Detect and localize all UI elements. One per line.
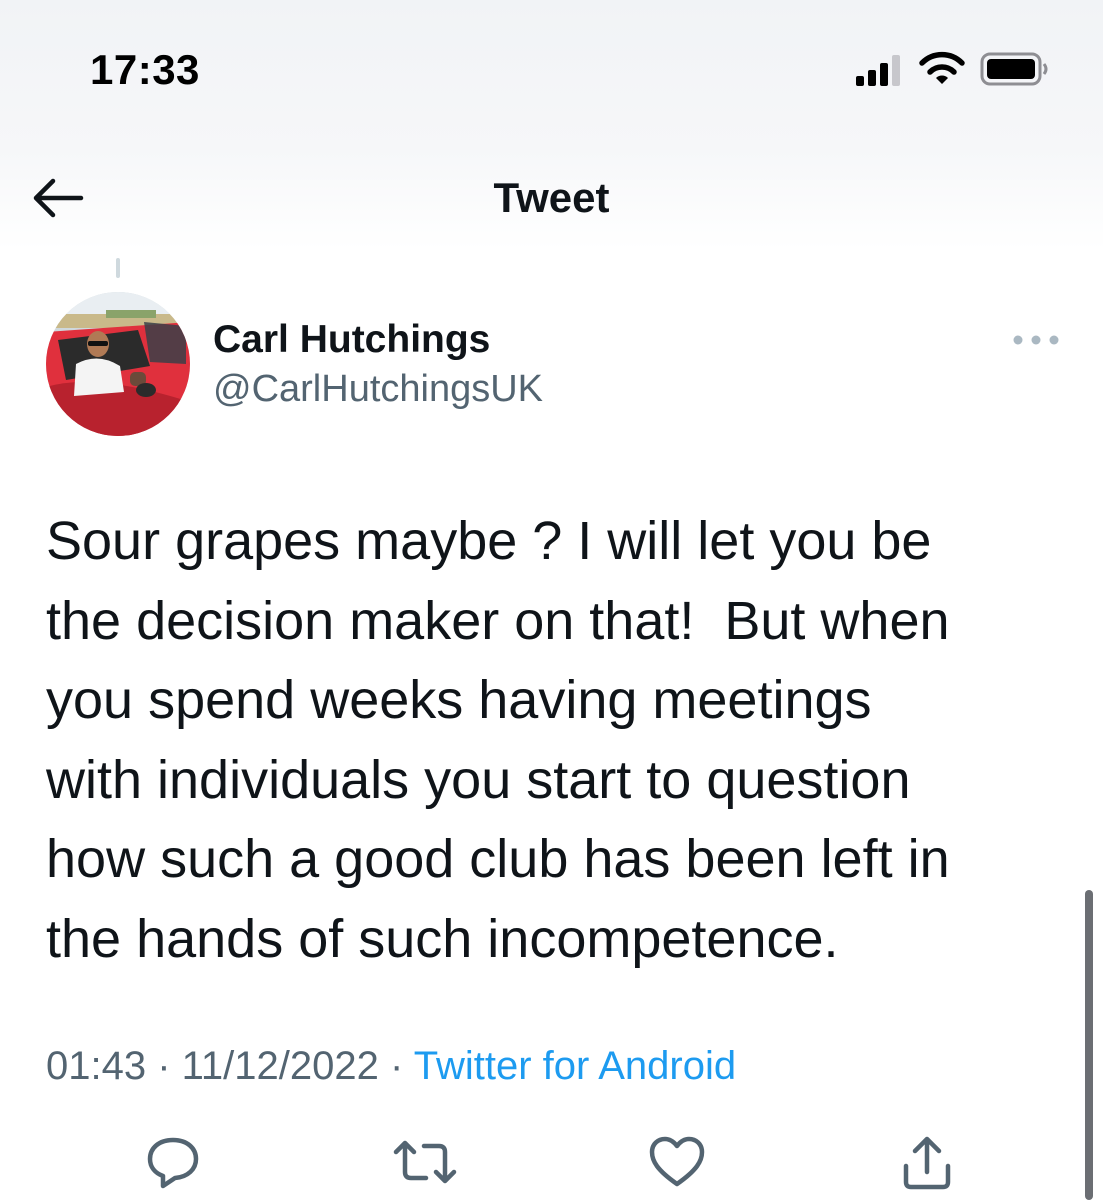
status-time: 17:33 xyxy=(90,46,200,93)
page-title: Tweet xyxy=(493,174,610,221)
nav-header: Tweet xyxy=(0,150,1103,250)
meta-separator: · xyxy=(378,1044,414,1088)
avatar[interactable] xyxy=(46,292,190,436)
status-bar: 17:33 xyxy=(0,0,1103,120)
retweet-button[interactable] xyxy=(390,1134,460,1200)
meta-separator: · xyxy=(146,1044,182,1088)
tweet-time[interactable]: 01:43 xyxy=(46,1044,146,1088)
more-options-button[interactable] xyxy=(1006,322,1066,358)
thread-connector-line xyxy=(116,258,120,278)
tweet-date[interactable]: 11/12/2022 xyxy=(182,1044,379,1088)
like-icon xyxy=(649,1136,705,1187)
tweet-source-link[interactable]: Twitter for Android xyxy=(414,1044,736,1088)
tweet-text: Sour grapes maybe ? I will let you be th… xyxy=(46,511,950,969)
battery-icon xyxy=(980,52,1048,86)
reply-icon xyxy=(147,1137,199,1189)
cellular-signal-icon xyxy=(856,55,900,86)
wifi-icon xyxy=(919,51,965,84)
tweet-metadata: 01:43 · 11/12/2022 · Twitter for Android xyxy=(46,1044,736,1089)
share-icon xyxy=(903,1136,951,1190)
avatar-photo xyxy=(46,292,190,436)
retweet-icon xyxy=(393,1140,457,1184)
author-handle[interactable]: @CarlHutchingsUK xyxy=(213,368,543,411)
like-button[interactable] xyxy=(642,1134,712,1200)
author-name[interactable]: Carl Hutchings xyxy=(213,318,490,362)
reply-button[interactable] xyxy=(138,1134,208,1200)
tweet-action-bar xyxy=(0,1126,1103,1200)
scrollbar[interactable] xyxy=(1085,890,1093,1200)
more-horizontal-icon xyxy=(1013,335,1059,345)
share-button[interactable] xyxy=(892,1134,962,1200)
